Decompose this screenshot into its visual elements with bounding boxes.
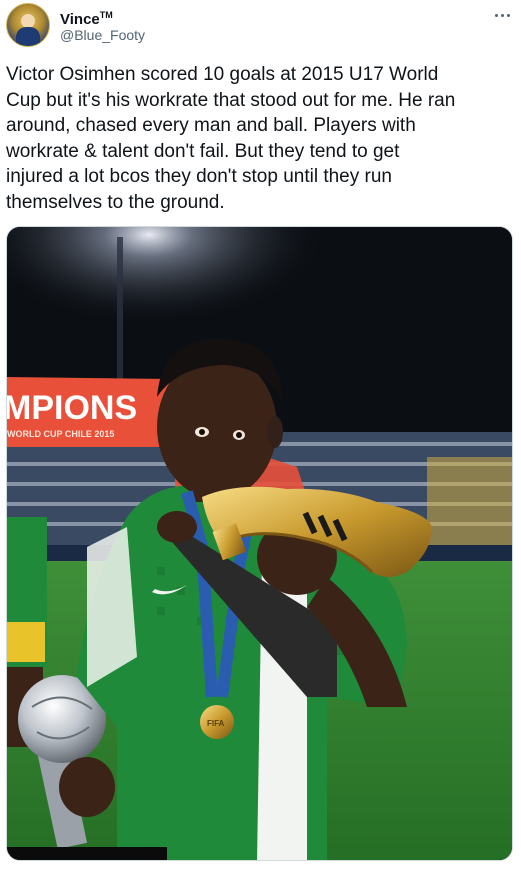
tweet-text-line: Victor Osimhen scored 10 goals at 2015 U…: [6, 64, 439, 85]
tweet-text-line: workrate & talent don't fail. But they t…: [6, 140, 400, 162]
banner-subtext: WORLD CUP CHILE 2015: [7, 429, 114, 439]
banner-text: MPIONS: [7, 389, 137, 427]
photo-illustration: MPIONS WORLD CUP CHILE 2015 FIFA: [7, 227, 512, 860]
tweet-text: Victor Osimhen scored 10 goals at 2015 U…: [6, 62, 506, 215]
avatar-body: [16, 27, 40, 46]
tweet-text-line: Cup but it's his workrate that stood out…: [6, 89, 456, 111]
tweet-card: VinceTM @Blue_Footy Victor Osimhen score…: [0, 0, 521, 870]
author-handle[interactable]: @Blue_Footy: [60, 26, 145, 44]
avatar-icon[interactable]: [6, 3, 50, 47]
tweet-text-line: around, chased every man and ball. Playe…: [6, 115, 416, 136]
tweet-media-photo[interactable]: MPIONS WORLD CUP CHILE 2015 FIFA: [6, 226, 513, 861]
tweet-text-line: injured a lot bcos they don't stop until…: [6, 166, 392, 187]
tweet-text-line: themselves to the ground.: [6, 191, 225, 213]
more-horizontal-icon[interactable]: [492, 10, 512, 20]
medal-text: FIFA: [207, 719, 225, 728]
author-name-suffix: TM: [99, 10, 113, 20]
avatar-head: [21, 14, 35, 28]
